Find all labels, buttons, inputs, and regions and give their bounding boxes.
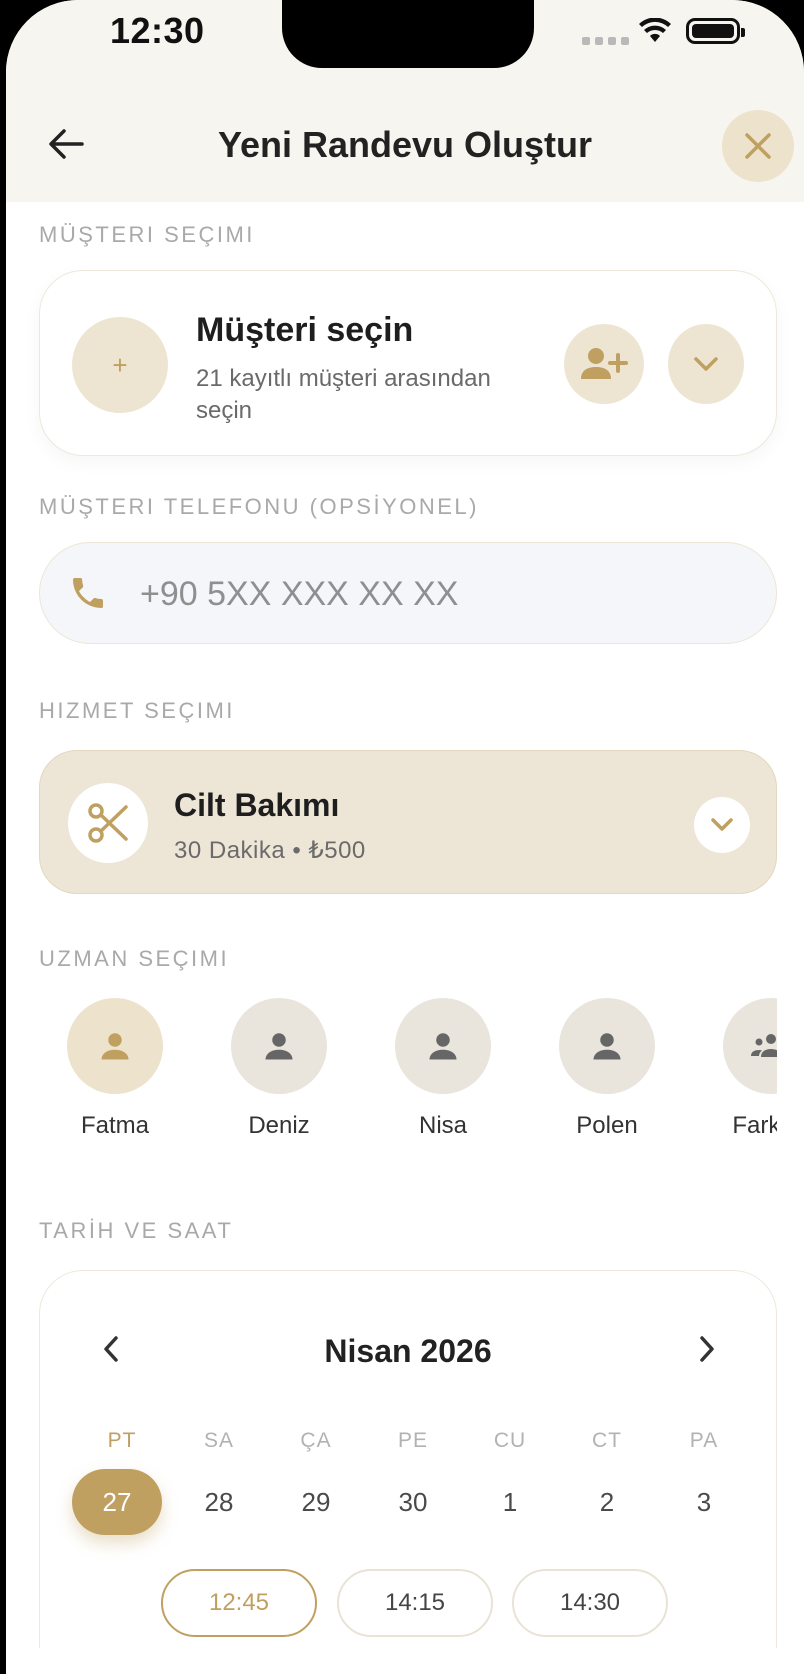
dynamic-island: [282, 0, 534, 68]
service-select-card[interactable]: Cilt Bakımı 30 Dakika • ₺500: [39, 750, 777, 894]
expert-name: Deniz: [248, 1112, 310, 1139]
calendar-day[interactable]: 1: [465, 1469, 555, 1535]
status-time: 12:30: [110, 10, 205, 51]
person-icon: [101, 1033, 129, 1060]
date-section-label: TARİH VE SAAT: [39, 1218, 234, 1243]
battery-icon: [686, 18, 745, 44]
expert-item[interactable]: Fatma: [55, 998, 175, 1140]
expert-name: Polen: [576, 1112, 638, 1139]
weekday-label: CU: [493, 1429, 527, 1452]
close-icon: [745, 133, 771, 159]
phone-icon: [73, 578, 103, 608]
weekday-label: PA: [689, 1429, 719, 1452]
close-button[interactable]: [722, 110, 794, 182]
service-section-label: HIZMET SEÇIMI: [39, 698, 235, 723]
expert-item[interactable]: Fark Et: [711, 998, 777, 1140]
wifi-icon: [639, 18, 671, 42]
calendar-day[interactable]: 2: [562, 1469, 652, 1535]
app-screen: 12:30 Yeni Randevu Oluştur MÜŞTERI SEÇIM…: [6, 0, 804, 1674]
weekday-label: CT: [592, 1429, 622, 1452]
calendar-card: Nisan 2026 PT SA ÇA PE CU CT PA 27 28 29…: [39, 1270, 777, 1674]
service-name: Cilt Bakımı: [174, 787, 340, 823]
chevron-down-icon: [711, 818, 733, 831]
calendar-day[interactable]: 28: [174, 1469, 264, 1535]
time-slot[interactable]: 14:30: [512, 1569, 668, 1637]
expert-item[interactable]: Nisa: [383, 998, 503, 1140]
avatar: [723, 998, 777, 1094]
avatar: [67, 998, 163, 1094]
page-title: Yeni Randevu Oluştur: [217, 124, 593, 165]
service-dropdown-button[interactable]: [694, 797, 750, 853]
expert-name: Nisa: [418, 1112, 467, 1139]
weekday-label: PE: [397, 1429, 428, 1452]
calendar-day-selected[interactable]: 27: [72, 1469, 162, 1535]
avatar: [395, 998, 491, 1094]
service-icon-circle: [68, 783, 148, 863]
signal-icon: [582, 37, 629, 45]
customer-select-card[interactable]: + Müşteri seçin 21 kayıtlı müşteri arası…: [39, 270, 777, 456]
scissors-icon: [88, 803, 128, 843]
expert-item[interactable]: Deniz: [219, 998, 339, 1140]
group-icon: [751, 1034, 777, 1057]
calendar-day[interactable]: 30: [368, 1469, 458, 1535]
time-slot[interactable]: 14:15: [337, 1569, 493, 1637]
expert-name: Fark Et: [732, 1112, 777, 1139]
service-meta: 30 Dakika • ₺500: [174, 837, 366, 864]
customer-select-subtitle: 21 kayıtlı müşteri arasından seçin: [196, 365, 491, 424]
person-icon: [265, 1033, 293, 1060]
customer-section-label: MÜŞTERI SEÇIMI: [39, 222, 255, 247]
person-icon: [429, 1033, 457, 1060]
calendar-day[interactable]: 3: [659, 1469, 749, 1535]
customer-dropdown-button[interactable]: [668, 324, 744, 404]
bottom-fade: [6, 1648, 804, 1674]
weekday-label: SA: [203, 1429, 234, 1452]
customer-avatar-placeholder: +: [72, 317, 168, 413]
expert-name: Fatma: [80, 1112, 149, 1139]
weekday-label: ÇA: [300, 1429, 332, 1452]
calendar-day[interactable]: 29: [271, 1469, 361, 1535]
expert-item[interactable]: Polen: [547, 998, 667, 1140]
phone-input[interactable]: [140, 569, 720, 619]
expert-carousel[interactable]: Fatma Deniz Nisa Polen Fark: [39, 998, 777, 1148]
add-customer-button[interactable]: [564, 324, 644, 404]
time-slot-selected[interactable]: 12:45: [161, 1569, 317, 1637]
weekday-label: PT: [107, 1429, 137, 1452]
phone-section-label: MÜŞTERI TELEFONU (OPSİYONEL): [39, 494, 479, 519]
chevron-right-icon[interactable]: [692, 1333, 720, 1365]
person-icon: [593, 1033, 621, 1060]
chevron-down-icon: [694, 357, 718, 371]
avatar: [559, 998, 655, 1094]
expert-section-label: UZMAN SEÇIMI: [39, 946, 230, 971]
avatar: [231, 998, 327, 1094]
phone-field[interactable]: [39, 542, 777, 644]
add-person-icon: [581, 348, 628, 379]
customer-select-title: Müşteri seçin: [196, 311, 414, 349]
calendar-month-title: Nisan 2026: [324, 1333, 492, 1369]
